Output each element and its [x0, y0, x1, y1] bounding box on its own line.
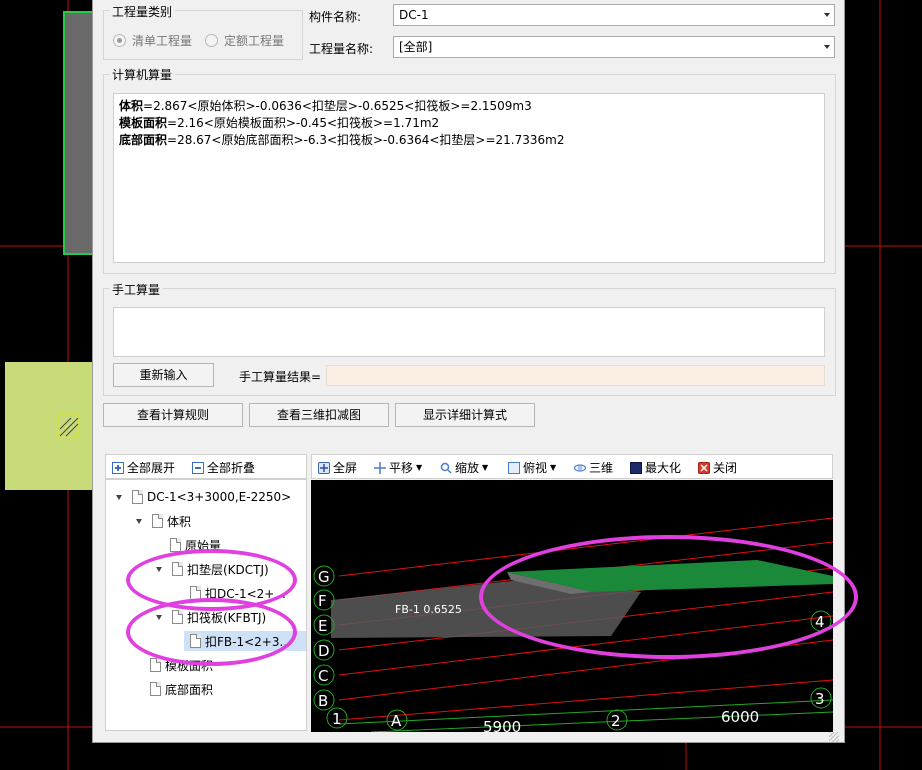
calc-line-volume: 体积=2.867<原始体积>-0.0636<扣垫层>-0.6525<扣筏板>=2… [119, 98, 819, 115]
top-view-button[interactable]: 俯视 ▼ [508, 459, 556, 476]
dimension-6000: 6000 [721, 708, 759, 726]
orbit-icon [574, 462, 586, 474]
maximize-button[interactable]: 最大化 [630, 459, 681, 476]
tree-node-label: 体积 [167, 514, 192, 529]
highlight-ellipse-raft [126, 598, 297, 666]
calc-expr: =2.16<原始模板面积>-0.45<扣筏板>=1.71m2 [167, 116, 440, 130]
document-icon [150, 658, 161, 672]
fullscreen-icon [318, 461, 330, 474]
chevron-down-icon [824, 45, 830, 49]
axis-label-G: G [318, 568, 330, 586]
collapse-all-button[interactable]: 全部折叠 [192, 459, 255, 476]
radio-norm-quantity[interactable]: 定额工程量 [205, 32, 284, 49]
axis-label-F: F [318, 592, 327, 610]
maximize-label: 最大化 [645, 461, 682, 475]
axis-label-C: C [318, 667, 328, 685]
axis-label-B: B [318, 692, 328, 710]
tree-node-volume[interactable]: 体积 [136, 512, 191, 530]
close-view-button[interactable]: 关闭 [698, 459, 737, 476]
expand-all-button[interactable]: 全部展开 [112, 459, 175, 476]
zoom-label: 缩放 [455, 461, 480, 475]
document-icon [152, 514, 163, 528]
radio-bill-label: 清单工程量 [132, 34, 193, 48]
quantity-name-select[interactable]: [全部] [393, 36, 835, 58]
document-icon [132, 490, 143, 504]
top-view-label: 俯视 [523, 461, 548, 475]
highlight-ellipse-3d [479, 535, 858, 659]
calc-name: 模板面积 [119, 116, 168, 130]
expand-triangle-icon [116, 494, 122, 500]
view-toolbar: 全屏 平移 ▼ 缩放 ▼ 俯视 ▼ 三维 最大化 关闭 [311, 454, 833, 479]
calc-expr: =2.867<原始体积>-0.0636<扣垫层>-0.6525<扣筏板>=2.1… [143, 99, 532, 113]
quantity-name-label: 工程量名称: [309, 42, 374, 56]
calc-expr: =28.67<原始底部面积>-6.3<扣筏板>-0.6364<扣垫层>=21.7… [167, 133, 565, 147]
manual-result-label: 手工算量结果= [239, 370, 322, 384]
document-icon [170, 538, 181, 552]
show-detail-formula-button[interactable]: 显示详细计算式 [395, 403, 535, 427]
radio-dot [113, 34, 126, 47]
dimension-5900: 5900 [483, 718, 521, 732]
calc-name: 底部面积 [119, 133, 168, 147]
radio-dot [205, 34, 218, 47]
collapse-all-label: 全部折叠 [207, 461, 256, 475]
cube-icon [508, 461, 520, 474]
maximize-icon [630, 461, 642, 474]
three-d-label: 三维 [589, 461, 614, 475]
reenter-button[interactable]: 重新输入 [113, 363, 214, 387]
component-name-select[interactable]: DC-1 [393, 4, 835, 26]
calc-line-formwork: 模板面积=2.16<原始模板面积>-0.45<扣筏板>=1.71m2 [119, 115, 819, 132]
grid-line-green [370, 711, 833, 732]
close-icon [698, 461, 710, 474]
magnifier-icon [440, 462, 452, 474]
axis-label-1: 1 [332, 710, 342, 728]
component-name-label: 构件名称: [309, 10, 362, 24]
dropdown-arrow-icon: ▼ [416, 463, 423, 472]
tree-toolbar: 全部展开 全部折叠 [105, 454, 307, 479]
tree-node-root[interactable]: DC-1<3+3000,E-2250> [116, 488, 291, 506]
calc-line-bottom: 底部面积=28.67<原始底部面积>-6.3<扣筏板>-0.6364<扣垫层>=… [119, 132, 819, 149]
zoom-button[interactable]: 缩放 ▼ [440, 459, 488, 476]
manual-result-field[interactable] [326, 365, 825, 386]
pan-button[interactable]: 平移 ▼ [374, 459, 422, 476]
radio-norm-label: 定额工程量 [224, 34, 285, 48]
document-icon [150, 682, 161, 696]
chevron-down-icon [824, 13, 830, 17]
component-name-value: DC-1 [399, 8, 429, 22]
axis-label-E: E [318, 617, 327, 635]
expand-triangle-icon [136, 518, 142, 524]
view-3d-deduction-button[interactable]: 查看三维扣减图 [249, 403, 389, 427]
quantity-name-value: [全部] [399, 40, 433, 54]
axis-label-3: 3 [815, 690, 825, 708]
fullscreen-label: 全屏 [333, 461, 358, 475]
fullscreen-button[interactable]: 全屏 [318, 459, 357, 476]
tree-node-label: DC-1<3+3000,E-2250> [147, 490, 292, 504]
axis-label-A: A [391, 712, 402, 730]
axis-label-2: 2 [611, 712, 621, 730]
view-calc-rules-button[interactable]: 查看计算规则 [103, 403, 243, 427]
expand-all-label: 全部展开 [127, 461, 176, 475]
manual-calc-title: 手工算量 [109, 281, 164, 298]
minus-box-icon [192, 461, 204, 474]
calc-name: 体积 [119, 99, 144, 113]
manual-calc-textbox[interactable] [113, 307, 825, 357]
tree-node-bottom-area[interactable]: 底部面积 [150, 680, 213, 698]
three-d-button[interactable]: 三维 [574, 459, 613, 476]
tree-node-label: 底部面积 [165, 682, 214, 697]
plus-box-icon [112, 461, 124, 474]
computer-calc-textbox[interactable]: 体积=2.867<原始体积>-0.0636<扣垫层>-0.6525<扣筏板>=2… [113, 93, 825, 263]
computer-calc-title: 计算机算量 [109, 66, 176, 83]
dropdown-arrow-icon: ▼ [550, 463, 557, 472]
resize-grip[interactable] [829, 732, 839, 742]
quantity-type-title: 工程量类别 [109, 3, 176, 20]
close-view-label: 关闭 [713, 461, 738, 475]
raft-label: FB-1 0.6525 [395, 603, 462, 616]
dropdown-arrow-icon: ▼ [482, 463, 489, 472]
axis-label-D: D [318, 642, 330, 660]
radio-bill-quantity[interactable]: 清单工程量 [113, 32, 192, 49]
pan-label: 平移 [389, 461, 414, 475]
move-arrows-icon [374, 461, 386, 474]
